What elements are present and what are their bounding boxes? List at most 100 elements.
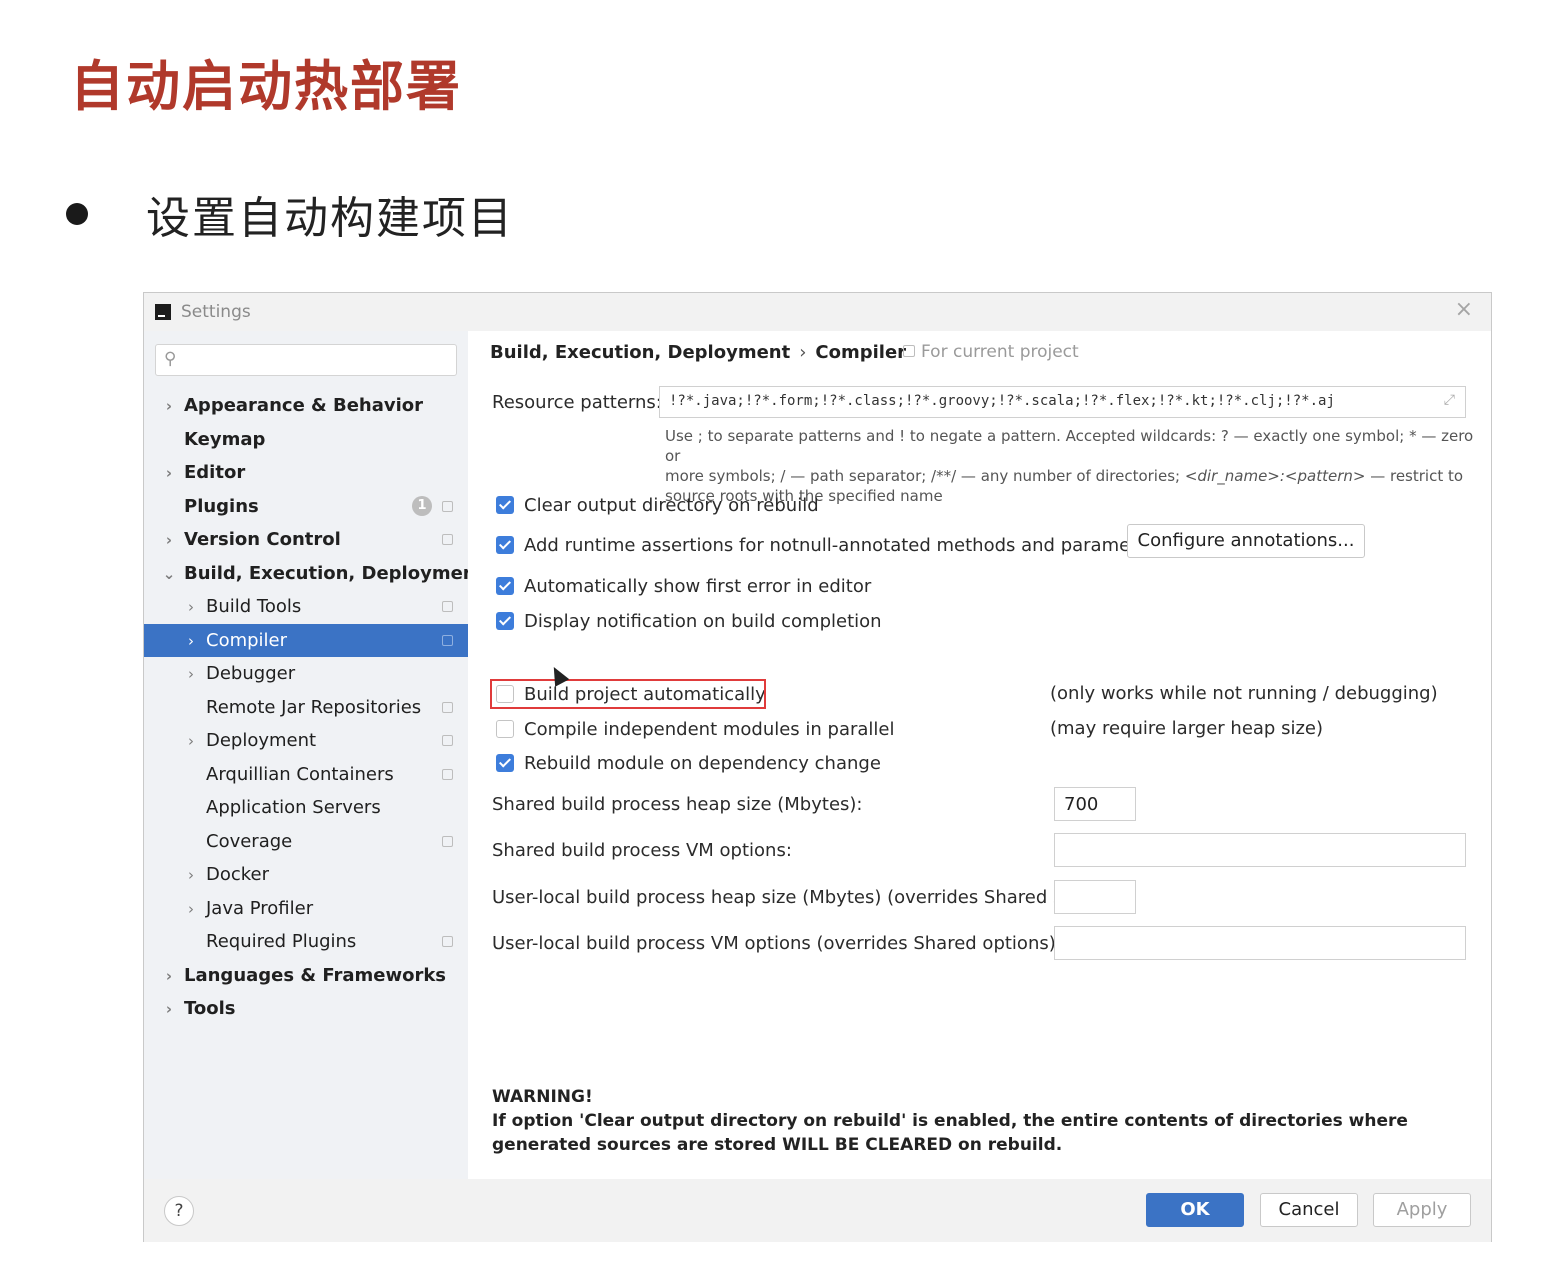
sidebar-item-debugger[interactable]: › Debugger [144,657,468,690]
checkbox-label: Display notification on build completion [524,610,882,632]
clear-output-checkbox[interactable]: Clear output directory on rebuild [496,491,819,519]
rebuild-on-dependency-checkbox[interactable]: Rebuild module on dependency change [496,749,881,777]
checkbox-checked[interactable] [496,577,514,595]
project-scope-icon [442,501,453,512]
intellij-app-icon [155,304,171,320]
chevron-down-icon: ⌄ [162,564,176,583]
project-scope-icon [442,635,453,646]
breadcrumb-separator: › [799,342,807,363]
bullet-dot [66,203,88,225]
settings-search-input[interactable]: ⚲ [155,344,457,376]
red-highlight-annotation [490,679,766,709]
show-first-error-checkbox[interactable]: Automatically show first error in editor [496,572,871,600]
sidebar-item-compiler[interactable]: › Compiler [144,624,468,657]
project-scope-icon [442,534,453,545]
bullet-text: 设置自动构建项目 [146,193,514,244]
breadcrumb-current: Compiler [815,342,907,363]
sidebar-item-tools[interactable]: › Tools [144,992,468,1025]
chevron-right-icon: › [188,899,194,918]
sidebar-item-java-profiler[interactable]: › Java Profiler [144,892,468,925]
sidebar-item-languages-frameworks[interactable]: › Languages & Frameworks [144,959,468,992]
breadcrumb: Build, Execution, Deployment › Compiler [490,342,906,363]
sidebar-item-plugins[interactable]: Plugins 1 [144,490,468,523]
shared-vm-options-input[interactable] [1054,833,1466,867]
local-heap-input[interactable] [1054,880,1136,914]
shared-heap-value: 700 [1064,794,1099,815]
checkbox-checked[interactable] [496,496,514,514]
resource-patterns-input[interactable]: !?*.java;!?*.form;!?*.class;!?*.groovy;!… [659,386,1466,418]
breadcrumb-parent-link[interactable]: Build, Execution, Deployment [490,342,790,363]
chevron-right-icon: › [165,396,173,415]
chevron-right-icon: › [188,631,194,650]
apply-button[interactable]: Apply [1373,1193,1471,1227]
checkbox-checked[interactable] [496,536,514,554]
hint-line: more symbols; / — path separator; /**/ —… [665,466,1475,486]
warning-message: WARNING! If option 'Clear output directo… [492,1085,1452,1157]
hint-text: — restrict to [1365,467,1464,485]
resource-patterns-label: Resource patterns: [492,392,662,413]
sidebar-item-required-plugins[interactable]: Required Plugins [144,925,468,958]
hint-line: Use ; to separate patterns and ! to nega… [665,427,1474,465]
sidebar-item-build-tools[interactable]: › Build Tools [144,590,468,623]
resource-patterns-value: !?*.java;!?*.form;!?*.class;!?*.groovy;!… [669,393,1335,409]
chevron-right-icon: › [188,731,194,750]
shared-vm-label: Shared build process VM options: [492,840,792,861]
compiler-settings-panel: Build, Execution, Deployment › Compiler Fo… [468,331,1491,1179]
chevron-right-icon: › [188,865,194,884]
runtime-assertions-checkbox[interactable]: Add runtime assertions for notnull-annot… [496,531,1165,559]
chevron-right-icon: › [165,999,173,1018]
checkbox-label: Compile independent modules in parallel [524,718,895,740]
update-count-badge: 1 [412,496,432,516]
chevron-right-icon: › [165,966,173,985]
configure-annotations-button[interactable]: Configure annotations... [1127,524,1365,558]
sidebar-item-appearance-behavior[interactable]: › Appearance & Behavior [144,389,468,422]
sidebar-item-arquillian-containers[interactable]: Arquillian Containers [144,758,468,791]
hint-pattern-syntax: <dir_name>:<pattern> [1184,467,1366,485]
shared-heap-input[interactable]: 700 [1054,787,1136,821]
title-bar: Settings × [144,293,1491,331]
help-button[interactable]: ? [164,1196,194,1226]
sidebar-item-remote-jar-repositories[interactable]: Remote Jar Repositories [144,691,468,724]
project-scope-icon [442,702,453,713]
sidebar-item-keymap[interactable]: Keymap [144,423,468,456]
checkbox-checked[interactable] [496,754,514,772]
sidebar-item-coverage[interactable]: Coverage [144,825,468,858]
settings-window: Settings × ⚲ › Appearance & Behavior Key… [143,292,1492,1242]
build-notification-checkbox[interactable]: Display notification on build completion [496,607,882,635]
compile-parallel-checkbox[interactable]: Compile independent modules in parallel [496,715,895,743]
slide-title: 自动启动热部署 [70,55,462,118]
sidebar-item-editor[interactable]: › Editor [144,456,468,489]
search-icon: ⚲ [164,349,177,369]
parallel-note: (may require larger heap size) [1050,718,1323,739]
sidebar-item-version-control[interactable]: › Version Control [144,523,468,556]
sidebar-item-application-servers[interactable]: Application Servers [144,791,468,824]
cancel-button[interactable]: Cancel [1260,1193,1358,1227]
window-title: Settings [181,302,251,322]
expand-icon[interactable]: ⤢ [1444,392,1455,408]
checkbox-checked[interactable] [496,612,514,630]
project-scope-icon [442,769,453,780]
project-scope-icon [442,735,453,746]
sidebar-item-docker[interactable]: › Docker [144,858,468,891]
scope-label: For current project [921,342,1079,362]
warning-title: WARNING! [492,1087,593,1107]
project-scope-icon [442,601,453,612]
settings-sidebar: ⚲ › Appearance & Behavior Keymap › Edito… [144,331,485,1179]
project-scope-icon [442,836,453,847]
ok-button[interactable]: OK [1146,1193,1244,1227]
close-icon[interactable]: × [1455,297,1473,322]
checkbox-unchecked[interactable] [496,720,514,738]
local-vm-options-input[interactable] [1054,926,1466,960]
shared-heap-label: Shared build process heap size (Mbytes): [492,794,863,815]
chevron-right-icon: › [188,664,194,683]
build-auto-note: (only works while not running / debuggin… [1050,683,1438,704]
sidebar-item-deployment[interactable]: › Deployment [144,724,468,757]
chevron-right-icon: › [188,597,194,616]
sidebar-item-build-execution-deployment[interactable]: ⌄ Build, Execution, Deployment [144,557,485,590]
bullet-point: 设置自动构建项目 [66,186,514,244]
project-scope-icon [442,936,453,947]
scope-indicator: For current project [903,342,1079,362]
dialog-footer: ? OK Cancel Apply [144,1179,1491,1242]
local-vm-label: User-local build process VM options (ove… [492,933,1062,954]
chevron-right-icon: › [165,463,173,482]
